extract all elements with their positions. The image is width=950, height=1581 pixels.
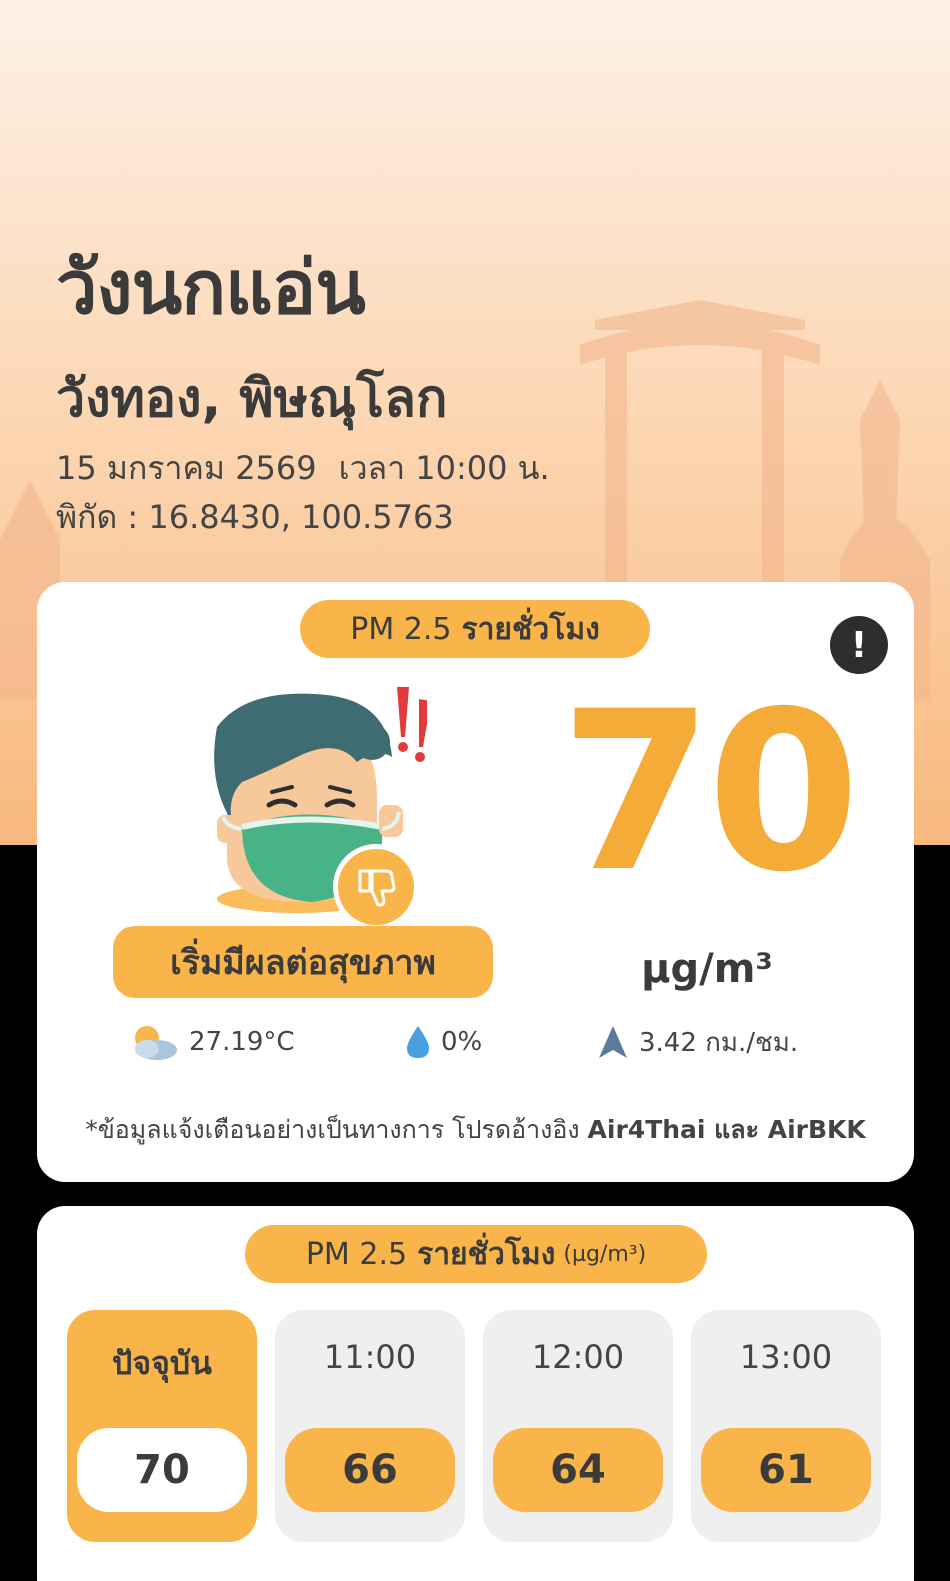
status-badge: เริ่มมีผลต่อสุขภาพ <box>113 926 493 998</box>
disclaimer-text: *ข้อมูลแจ้งเตือนอย่างเป็นทางการ โปรดอ้าง… <box>85 1115 580 1144</box>
wind-reading: 3.42 กม./ชม. <box>597 1022 798 1062</box>
time-text: เวลา 10:00 น. <box>338 449 550 487</box>
disclaimer-source-link[interactable]: Air4Thai และ AirBKK <box>588 1115 866 1144</box>
date-time: 15 มกราคม 2569 เวลา 10:00 น. <box>56 443 550 494</box>
hour-label: 13:00 <box>739 1338 833 1376</box>
rain-reading: 0% <box>405 1022 482 1062</box>
disclaimer: *ข้อมูลแจ้งเตือนอย่างเป็นทางการ โปรดอ้าง… <box>37 1110 914 1150</box>
hourly-card-title: PM 2.5 รายชั่วโมง (µg/m³) <box>245 1225 707 1283</box>
temperature-reading: 27.19°C <box>127 1022 295 1062</box>
rain-text: 0% <box>441 1027 483 1057</box>
date-text: 15 มกราคม 2569 <box>56 449 317 487</box>
hour-value: 64 <box>493 1428 663 1512</box>
wind-direction-icon <box>599 1026 627 1058</box>
pm-unit: µg/m³ <box>641 946 773 992</box>
water-drop-icon <box>407 1026 429 1058</box>
location-district: วังทอง, พิษณุโลก <box>56 369 448 429</box>
hourly-title-bold: รายชั่วโมง <box>417 1236 556 1272</box>
pm-hourly-card: PM 2.5 รายชั่วโมง (µg/m³) ปัจจุบัน 70 11:0… <box>37 1206 914 1581</box>
hourly-item-1200[interactable]: 12:00 64 <box>483 1310 673 1542</box>
hour-value: 70 <box>77 1428 247 1512</box>
hour-value: 61 <box>701 1428 871 1512</box>
card-title: PM 2.5 รายชั่วโมง <box>300 600 650 658</box>
hourly-item-1100[interactable]: 11:00 66 <box>275 1310 465 1542</box>
hourly-title-unit: (µg/m³) <box>563 1241 647 1267</box>
thumbs-down-icon <box>333 844 419 930</box>
pm-current-card: PM 2.5 รายชั่วโมง ! เริ่มมีผลต่อสุขภาพ 70… <box>37 582 914 1182</box>
card-title-prefix: PM 2.5 <box>350 611 452 647</box>
hour-value: 66 <box>285 1428 455 1512</box>
pm-value: 70 <box>559 664 860 920</box>
temperature-text: 27.19°C <box>189 1027 295 1057</box>
hourly-item-1300[interactable]: 13:00 61 <box>691 1310 881 1542</box>
hourly-title-prefix: PM 2.5 <box>305 1236 408 1272</box>
card-title-bold: รายชั่วโมง <box>461 611 600 647</box>
coordinates: พิกัด : 16.8430, 100.5763 <box>56 498 454 536</box>
hourly-item-current[interactable]: ปัจจุบัน 70 <box>67 1310 257 1542</box>
partly-cloudy-icon <box>135 1026 177 1060</box>
hour-label: 11:00 <box>323 1338 417 1376</box>
wind-text: 3.42 กม./ชม. <box>639 1027 799 1058</box>
hour-label: ปัจจุบัน <box>112 1344 212 1382</box>
hour-label: 12:00 <box>531 1338 625 1376</box>
location-title: วังนกแอ่น <box>56 245 366 331</box>
